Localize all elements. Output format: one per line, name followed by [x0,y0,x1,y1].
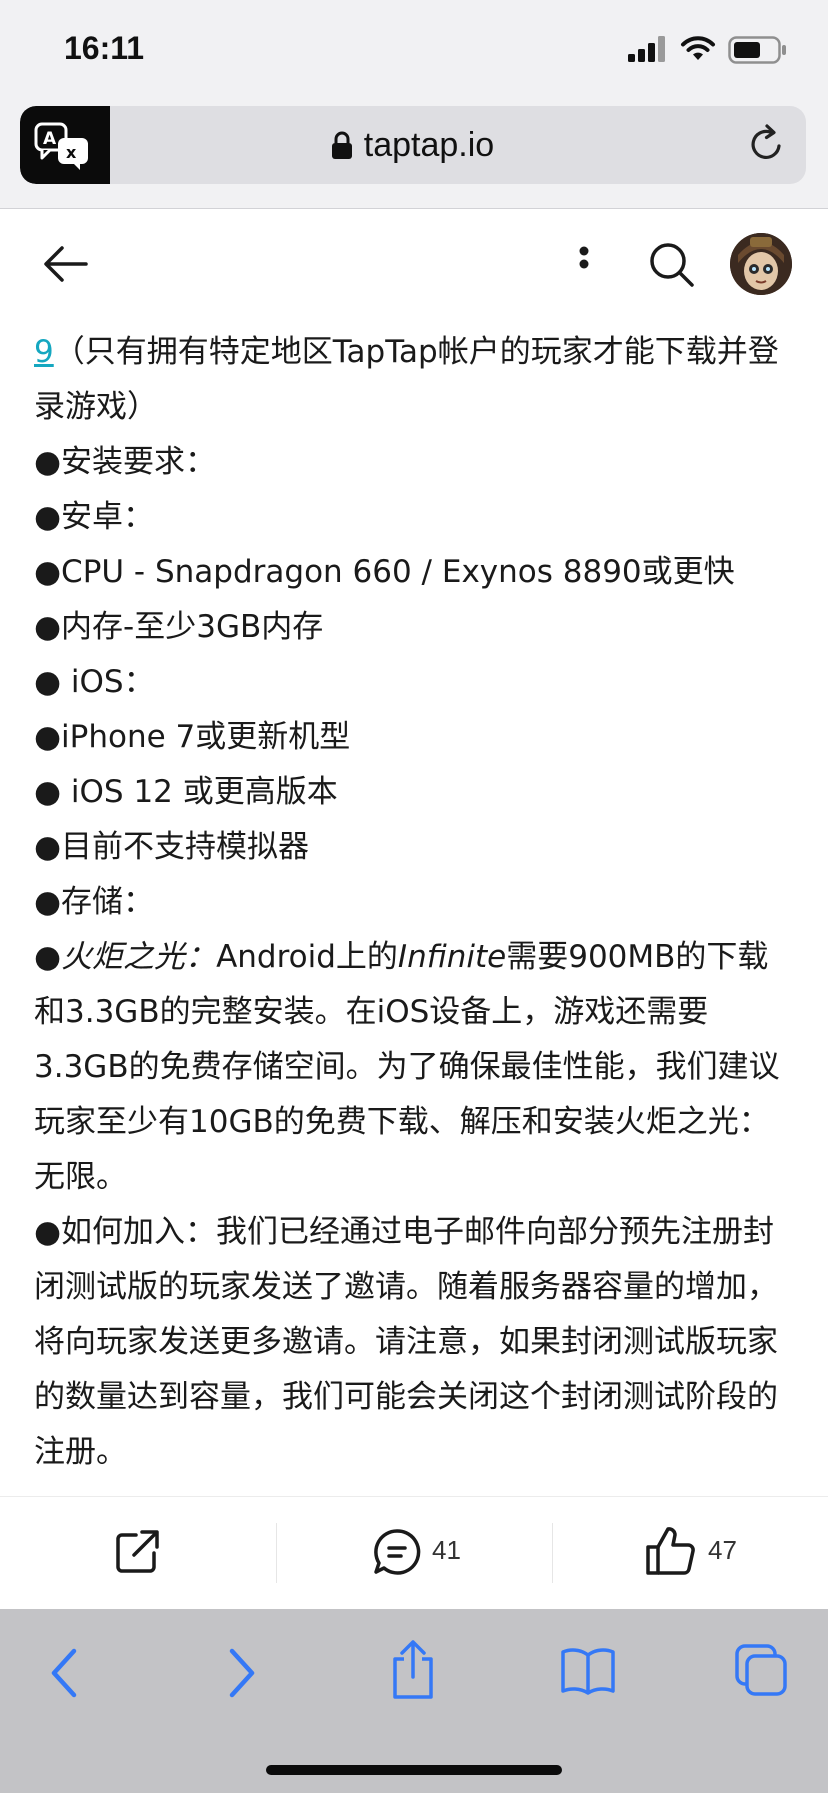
browser-address-area: A x taptap.io [0,100,828,209]
share-icon[interactable] [114,1527,162,1575]
join-paragraph: ●如何加入：我们已经通过电子邮件向部分预先注册封闭测试版的玩家发送了邀请。随着服… [34,1214,778,1470]
iphone-requirement: ●iPhone 7或更新机型 [34,719,351,755]
cellular-signal-icon [628,36,665,62]
article-link[interactable]: 9 [34,334,54,370]
storage-paragraph: ●火炬之光：Android上的Infinite需要900MB的下载和3.3GB的… [34,930,794,1205]
home-indicator[interactable] [266,1765,562,1775]
action-divider [552,1523,553,1583]
thumbs-up-icon[interactable] [644,1525,696,1577]
bookmarks-icon[interactable] [560,1647,616,1695]
back-arrow-icon[interactable] [42,244,90,284]
reload-icon[interactable] [746,124,786,164]
android-heading: ●安卓： [34,499,155,535]
bullet: ● [34,939,62,975]
address-bar[interactable]: A x taptap.io [20,106,806,184]
req-heading: ●安装要求： [34,444,217,480]
tabs-icon[interactable] [734,1643,788,1697]
avatar[interactable] [730,233,792,295]
comment-count: 41 [432,1535,461,1565]
post-action-bar: 41 47 [0,1496,828,1609]
status-time: 16:11 [64,30,145,66]
search-icon[interactable] [648,241,696,289]
battery-icon [728,36,786,64]
like-count: 47 [708,1535,737,1565]
wifi-icon [681,36,715,60]
status-icons [628,36,798,66]
status-bar: 16:11 [0,0,828,100]
article-intro-text: （只有拥有特定地区TapTap帐户的玩家才能下载并登录游戏） [34,334,779,425]
infinite-italic: Infinite [397,939,507,975]
action-divider [276,1523,277,1583]
lock-icon [331,131,352,159]
storage-heading: ●存储： [34,884,155,920]
comment-icon[interactable] [372,1527,422,1577]
chevron-right-icon[interactable] [226,1647,258,1699]
ios-heading: ● iOS： [34,664,155,700]
more-vertical-icon[interactable] [572,243,596,285]
share-upload-icon[interactable] [390,1639,436,1701]
memory-requirement: ●内存-至少3GB内存 [34,609,324,645]
emulator-note: ●目前不支持模拟器 [34,829,310,865]
ios-version-requirement: ● iOS 12 或更高版本 [34,774,338,810]
chevron-left-icon[interactable] [48,1647,80,1699]
cpu-requirement: ●CPU - Snapdragon 660 / Exynos 8890或更快 [34,554,735,590]
article-intro: 9（只有拥有特定地区TapTap帐户的玩家才能下载并登录游戏） [34,325,794,435]
storage-mid-text: Android上的 [216,939,398,975]
game-name-italic: 火炬之光： [61,939,217,975]
avatar-image [730,233,792,295]
url-text: taptap.io [363,126,495,164]
storage-rest-text: 需要900MB的下载和3.3GB的完整安装。在iOS设备上，游戏还需要3.3GB… [34,939,780,1195]
article-body: 9（只有拥有特定地区TapTap帐户的玩家才能下载并登录游戏） ●安装要求： ●… [34,325,794,1480]
page-header [0,209,828,319]
url-text-wrap[interactable]: taptap.io [20,126,806,165]
